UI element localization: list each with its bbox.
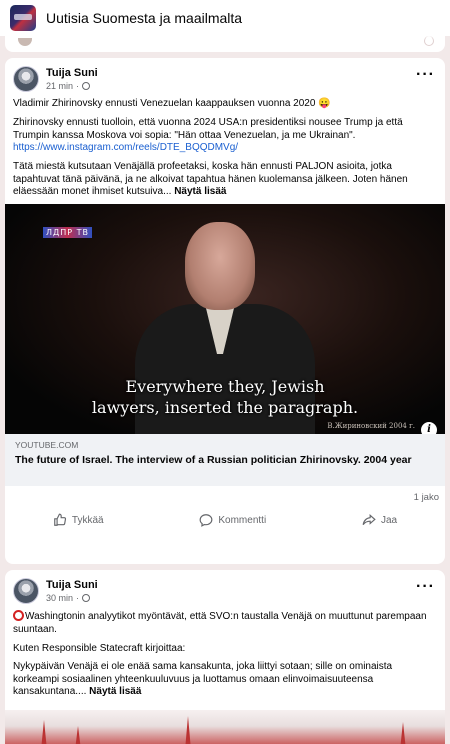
- share-label: Jaa: [380, 514, 398, 526]
- like-label: Tykkää: [71, 514, 104, 526]
- tower-spire: [41, 720, 47, 744]
- instagram-link[interactable]: https://www.instagram.com/reels/DTE_BQQD…: [13, 142, 238, 153]
- post-image-top[interactable]: [5, 710, 445, 744]
- post-card: Tuija Suni 30 min · ··· Washingtonin ana…: [5, 570, 445, 744]
- thumbs-up-icon: [54, 513, 66, 526]
- author-name[interactable]: Tuija Suni: [46, 579, 98, 591]
- avatar[interactable]: [13, 66, 39, 92]
- previous-post-control-edge: [424, 36, 434, 46]
- link-domain: YOUTUBE.COM: [15, 440, 79, 450]
- group-header: Uutisia Suomesta ja maailmalta: [0, 0, 450, 36]
- red-circle-icon: [13, 610, 24, 621]
- post-meta: Tuija Suni 21 min ·: [46, 67, 98, 91]
- tower-spire: [75, 726, 81, 744]
- channel-logo: ЛДПР ТВ: [43, 227, 93, 238]
- post-card: Tuija Suni 21 min · ··· Vladimir Zhirino…: [5, 58, 445, 564]
- avatar[interactable]: [13, 578, 39, 604]
- post-text-paragraph: Tätä miestä kutsutaan Venäjällä profeeta…: [13, 161, 437, 199]
- video-player[interactable]: ЛДПР ТВ Everywhere they, Jewish lawyers,…: [5, 204, 445, 434]
- subtitle-line: Everywhere they, Jewish: [125, 377, 325, 396]
- timestamp[interactable]: 30 min: [46, 593, 73, 603]
- post-text-paragraph: Nykypäivän Venäjä ei ole enää sama kansa…: [13, 661, 437, 699]
- like-button[interactable]: Tykkää: [53, 513, 104, 527]
- post-meta: Tuija Suni 30 min ·: [46, 579, 98, 603]
- tower-spire: [185, 716, 191, 744]
- post-text-paragraph: Washingtonin analyytikot myöntävät, että…: [13, 610, 437, 636]
- previous-post-avatar-edge: [18, 38, 32, 46]
- video-subtitle: Everywhere they, Jewish lawyers, inserte…: [5, 376, 445, 418]
- post-actions: Tykkää Kommentti Jaa: [5, 506, 445, 534]
- post-text: Zhirinovsky ennusti tuolloin, että vuonn…: [13, 117, 403, 141]
- subtitle-line: lawyers, inserted the paragraph.: [91, 398, 359, 417]
- info-icon[interactable]: i: [421, 422, 437, 434]
- post-text-paragraph: Zhirinovsky ennusti tuolloin, että vuonn…: [13, 117, 437, 155]
- post-text: Washingtonin analyytikot myöntävät, että…: [13, 611, 427, 635]
- see-more-link[interactable]: Näytä lisää: [174, 186, 226, 197]
- globe-icon: [82, 594, 91, 602]
- post-text-line: Vladimir Zhirinovsky ennusti Venezuelan …: [13, 98, 331, 109]
- more-options-icon[interactable]: ···: [416, 578, 435, 596]
- link-preview[interactable]: YOUTUBE.COM The future of Israel. The in…: [5, 434, 445, 486]
- see-more-link[interactable]: Näytä lisää: [89, 686, 141, 697]
- post-text-line: Kuten Responsible Statecraft kirjoittaa:: [13, 643, 186, 654]
- post-time: 21 min ·: [46, 81, 98, 91]
- post-time: 30 min ·: [46, 593, 98, 603]
- author-name[interactable]: Tuija Suni: [46, 67, 98, 79]
- comment-label: Kommentti: [218, 514, 267, 526]
- post-header: Tuija Suni 21 min ·: [13, 66, 98, 92]
- share-button[interactable]: Jaa: [362, 513, 397, 527]
- video-person-head: [185, 222, 255, 310]
- link-title[interactable]: The future of Israel. The interview of a…: [15, 453, 435, 467]
- post-header: Tuija Suni 30 min ·: [13, 578, 98, 604]
- more-options-icon[interactable]: ···: [416, 66, 435, 84]
- post-text: Nykypäivän Venäjä ei ole enää sama kansa…: [13, 661, 393, 697]
- comment-button[interactable]: Kommentti: [199, 513, 266, 527]
- tower-spire: [400, 722, 406, 744]
- share-arrow-icon: [362, 514, 376, 526]
- video-caption: В.Жириновский 2004 г.: [327, 422, 415, 430]
- globe-icon: [82, 82, 91, 90]
- group-title[interactable]: Uutisia Suomesta ja maailmalta: [46, 10, 242, 26]
- timestamp[interactable]: 21 min: [46, 81, 73, 91]
- share-count[interactable]: 1 jako: [414, 492, 439, 503]
- comment-bubble-icon: [199, 514, 213, 527]
- previous-post-edge: [5, 36, 445, 52]
- group-thumbnail[interactable]: [10, 5, 36, 31]
